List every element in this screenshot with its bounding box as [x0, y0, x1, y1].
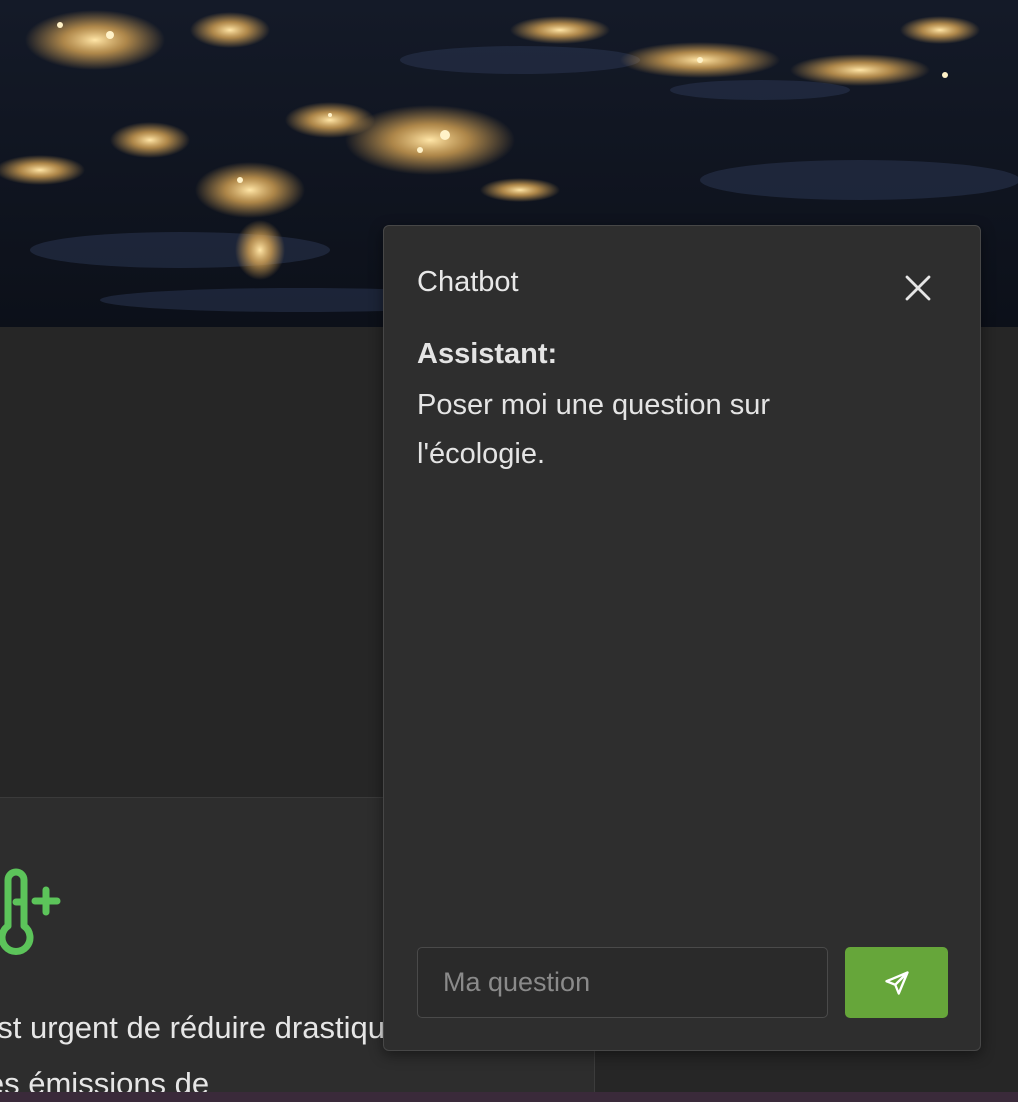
message-role: Assistant: [417, 338, 558, 370]
send-button[interactable] [845, 947, 948, 1018]
chatbot-title: Chatbot [417, 266, 519, 298]
thermometer-plus-icon [0, 868, 70, 958]
message-text: Poser moi une question sur l'écologie. [417, 389, 771, 470]
page: est urgent de réduire drastiquement les … [0, 0, 1018, 1102]
close-icon [905, 275, 931, 301]
chatbot-panel: Chatbot Assistant: Poser moi une questio… [383, 225, 981, 1051]
send-icon [884, 970, 909, 995]
bottom-edge [0, 1092, 1018, 1102]
close-button[interactable] [900, 270, 936, 306]
question-input[interactable] [417, 947, 828, 1018]
